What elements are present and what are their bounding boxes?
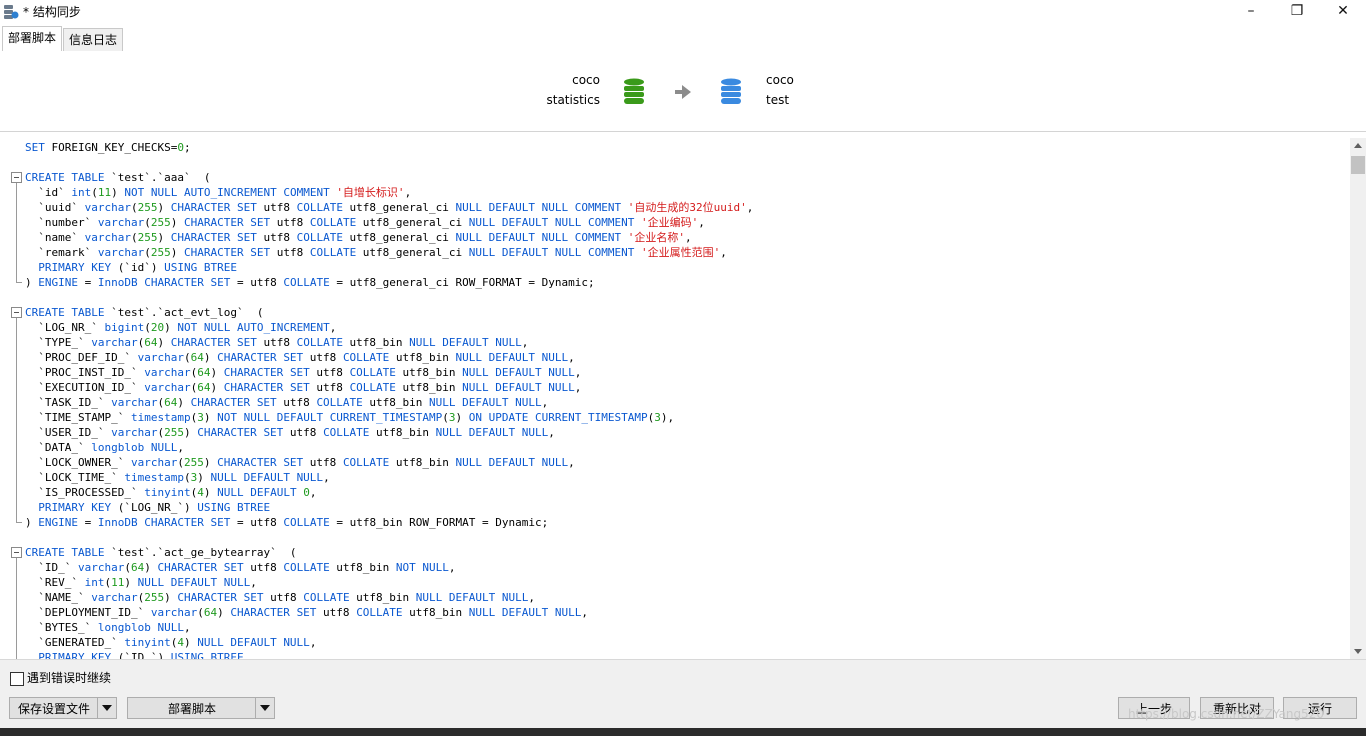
save-settings-dropdown-icon[interactable] xyxy=(97,698,116,718)
script-line: PRIMARY KEY (`LOG_NR_`) USING BTREE xyxy=(38,501,271,514)
target-connection-name: coco xyxy=(766,73,794,87)
script-line: `USER_ID_` varchar(255) CHARACTER SET ut… xyxy=(25,426,555,439)
script-line: `EXECUTION_ID_` varchar(64) CHARACTER SE… xyxy=(25,381,582,394)
sync-header: coco statistics coco test xyxy=(0,51,1366,132)
script-line: `name` varchar(255) CHARACTER SET utf8 C… xyxy=(25,231,692,244)
script-line: `REV_` int(11) NULL DEFAULT NULL, xyxy=(25,576,257,589)
script-line: `PROC_INST_ID_` varchar(64) CHARACTER SE… xyxy=(25,366,582,379)
restore-icon[interactable]: ❐ xyxy=(1274,0,1320,24)
script-line: PRIMARY KEY (`id`) USING BTREE xyxy=(38,261,237,274)
continue-on-error-label: 遇到错误时继续 xyxy=(27,671,112,685)
script-line: CREATE TABLE `test`.`aaa` ( xyxy=(25,171,211,184)
fold-toggle-icon[interactable] xyxy=(11,547,22,558)
script-line: `id` int(11) NOT NULL AUTO_INCREMENT COM… xyxy=(25,186,412,199)
script-line: `LOCK_TIME_` timestamp(3) NULL DEFAULT N… xyxy=(25,471,330,484)
script-line: `number` varchar(255) CHARACTER SET utf8… xyxy=(25,216,705,229)
scroll-down-icon[interactable] xyxy=(1354,649,1362,654)
script-line: `TIME_STAMP_` timestamp(3) NOT NULL DEFA… xyxy=(25,411,675,424)
scrollbar-thumb[interactable] xyxy=(1351,156,1365,174)
script-line: `GENERATED_` tinyint(4) NULL DEFAULT NUL… xyxy=(25,636,317,649)
close-icon[interactable]: ✕ xyxy=(1320,0,1366,24)
script-line: `DATA_` longblob NULL, xyxy=(25,441,184,454)
structure-sync-icon xyxy=(4,5,19,19)
script-line: CREATE TABLE `test`.`act_ge_bytearray` ( xyxy=(25,546,297,559)
script-line: `IS_PROCESSED_` tinyint(4) NULL DEFAULT … xyxy=(25,486,317,499)
target-database-name: test xyxy=(766,93,790,107)
fold-toggle-icon[interactable] xyxy=(11,307,22,318)
fold-guide-end xyxy=(16,282,22,283)
taskbar xyxy=(0,728,1366,736)
script-line: `TASK_ID_` varchar(64) CHARACTER SET utf… xyxy=(25,396,549,409)
target-database-icon xyxy=(721,78,741,104)
save-settings-button[interactable]: 保存设置文件 xyxy=(9,697,117,719)
deploy-script-button[interactable]: 部署脚本 xyxy=(127,697,275,719)
deploy-script-editor[interactable]: SET FOREIGN_KEY_CHECKS=0; CREATE TABLE `t… xyxy=(0,132,1350,659)
fold-guide xyxy=(16,318,17,522)
editor-scrollbar[interactable] xyxy=(1350,138,1366,659)
source-database-name: statistics xyxy=(546,93,601,107)
script-line: `TYPE_` varchar(64) CHARACTER SET utf8 C… xyxy=(25,336,529,349)
script-line: CREATE TABLE `test`.`act_evt_log` ( xyxy=(25,306,264,319)
script-line: `BYTES_` longblob NULL, xyxy=(25,621,191,634)
deploy-script-label: 部署脚本 xyxy=(167,702,216,716)
continue-on-error-checkbox[interactable] xyxy=(10,672,24,686)
script-line: ) ENGINE = InnoDB CHARACTER SET = utf8 C… xyxy=(25,516,549,529)
tab-info-log[interactable]: 信息日志 xyxy=(63,28,124,51)
minimize-icon[interactable]: – xyxy=(1228,0,1274,24)
save-settings-label: 保存设置文件 xyxy=(17,702,90,716)
tab-deploy-script[interactable]: 部署脚本 xyxy=(2,26,63,51)
script-line: PRIMARY KEY (`ID_`) USING BTREE xyxy=(38,651,244,659)
source-database-icon xyxy=(624,78,644,104)
script-line: `LOCK_OWNER_` varchar(255) CHARACTER SET… xyxy=(25,456,575,469)
window-title: * 结构同步 xyxy=(23,5,81,19)
script-line: `DEPLOYMENT_ID_` varchar(64) CHARACTER S… xyxy=(25,606,589,619)
fold-guide-end xyxy=(16,522,22,523)
title-bar: * 结构同步 – ❐ ✕ xyxy=(0,0,1366,24)
script-line: `remark` varchar(255) CHARACTER SET utf8… xyxy=(25,246,727,259)
scroll-up-icon[interactable] xyxy=(1354,143,1362,148)
script-line: `NAME_` varchar(255) CHARACTER SET utf8 … xyxy=(25,591,536,604)
source-connection-name: coco xyxy=(572,73,600,87)
deploy-script-dropdown-icon[interactable] xyxy=(255,698,274,718)
script-line: `PROC_DEF_ID_` varchar(64) CHARACTER SET… xyxy=(25,351,575,364)
script-line: SET FOREIGN_KEY_CHECKS=0; xyxy=(25,141,191,154)
fold-guide xyxy=(16,558,17,659)
arrow-right-icon xyxy=(675,85,691,99)
fold-guide xyxy=(16,183,17,282)
watermark-text: https://blog.csdn.net/ZZYang520 xyxy=(1128,707,1324,721)
script-line: ) ENGINE = InnoDB CHARACTER SET = utf8 C… xyxy=(25,276,595,289)
tab-bar: 部署脚本 信息日志 xyxy=(0,26,1366,52)
script-line: `uuid` varchar(255) CHARACTER SET utf8 C… xyxy=(25,201,754,214)
script-line: `LOG_NR_` bigint(20) NOT NULL AUTO_INCRE… xyxy=(25,321,337,334)
fold-toggle-icon[interactable] xyxy=(11,172,22,183)
script-line: `ID_` varchar(64) CHARACTER SET utf8 COL… xyxy=(25,561,456,574)
